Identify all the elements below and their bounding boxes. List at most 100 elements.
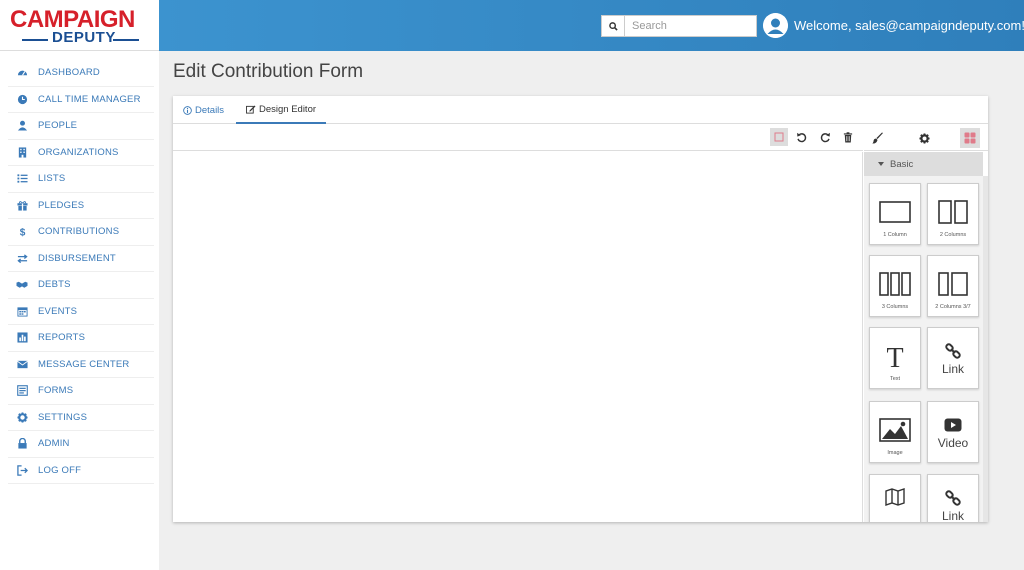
- sidebar-item-label: REPORTS: [38, 332, 86, 344]
- text-icon: T: [881, 342, 909, 370]
- sidebar-item-label: PEOPLE: [38, 120, 78, 132]
- delete-button[interactable]: [839, 128, 857, 146]
- redo-icon: [820, 132, 830, 142]
- dashboard-icon: [16, 67, 28, 79]
- sidebar-item-label: FORMS: [38, 385, 74, 397]
- sidebar-item-disbursement[interactable]: DISBURSEMENT: [8, 246, 154, 272]
- sidebar-item-label: MESSAGE CENTER: [38, 358, 130, 370]
- block-label: Link: [941, 362, 964, 376]
- clock-icon: [16, 93, 28, 105]
- sidebar-item-label: ADMIN: [38, 438, 70, 450]
- svg-text:T: T: [886, 343, 903, 370]
- sidebar-item-organizations[interactable]: ORGANIZATIONS: [8, 140, 154, 166]
- sidebar-item-label: DISBURSEMENT: [38, 252, 116, 264]
- design-canvas[interactable]: [173, 152, 863, 522]
- block-video[interactable]: Video: [927, 401, 979, 463]
- block-label: 2 Columns: [939, 232, 967, 238]
- tab-details[interactable]: Details: [183, 96, 224, 124]
- sidebar-item-pledges[interactable]: PLEDGES: [8, 193, 154, 219]
- logout-icon: [16, 464, 28, 476]
- welcome-user-menu[interactable]: Welcome, sales@campaigndeputy.com!▾: [794, 18, 1024, 34]
- block-label: 2 Columns 3/7: [935, 304, 971, 310]
- tab-design-editor[interactable]: Design Editor: [236, 96, 326, 124]
- sidebar-item-admin[interactable]: ADMIN: [8, 431, 154, 458]
- panel-scrollbar[interactable]: [983, 176, 988, 522]
- block-label: Text: [889, 376, 901, 382]
- video-icon: [944, 416, 962, 434]
- block-label: Video: [937, 436, 969, 450]
- envelope-icon: [16, 358, 28, 370]
- category-label: Basic: [890, 158, 914, 170]
- sidebar-item-events[interactable]: EVENTS: [8, 299, 154, 325]
- two-columns-37-icon: [937, 270, 969, 298]
- dollar-icon: $: [16, 226, 28, 238]
- block-image[interactable]: Image: [869, 401, 921, 463]
- block-1-column[interactable]: 1 Column: [869, 183, 921, 245]
- sidebar-item-reports[interactable]: REPORTS: [8, 325, 154, 352]
- gear-icon: [16, 411, 28, 423]
- sidebar-item-settings[interactable]: SETTINGS: [8, 405, 154, 431]
- brush-icon: [872, 132, 883, 144]
- sidebar-item-label: LISTS: [38, 173, 66, 185]
- undo-button[interactable]: [792, 128, 810, 146]
- lock-icon: [16, 438, 28, 450]
- sidebar-item-people[interactable]: PEOPLE: [8, 113, 154, 140]
- caret-down-icon: [878, 162, 884, 166]
- user-avatar-icon[interactable]: [763, 13, 788, 38]
- category-basic[interactable]: Basic: [864, 152, 983, 176]
- tab-bar: Details Design Editor: [173, 96, 988, 124]
- sidebar-item-lists[interactable]: LISTS: [8, 166, 154, 193]
- sidebar-item-log-off[interactable]: LOG OFF: [8, 458, 154, 484]
- block-2-columns-37[interactable]: 2 Columns 3/7: [927, 255, 979, 317]
- block-link-2[interactable]: Link: [927, 474, 979, 522]
- blocks-panel: Basic 1 Column 2 Columns 3 Columns 2 Col…: [864, 124, 988, 522]
- sidebar-item-label: CONTRIBUTIONS: [38, 226, 120, 238]
- sidebar-item-label: DEBTS: [38, 279, 71, 291]
- sidebar-item-label: LOG OFF: [38, 464, 82, 476]
- list-icon: [16, 173, 28, 185]
- blocks-button[interactable]: [960, 128, 980, 148]
- block-2-columns[interactable]: 2 Columns: [927, 183, 979, 245]
- exchange-icon: [16, 252, 28, 264]
- sidebar: DASHBOARD CALL TIME MANAGER PEOPLE ORGAN…: [0, 51, 159, 570]
- sidebar-item-call-time-manager[interactable]: CALL TIME MANAGER: [8, 87, 154, 113]
- user-icon: [16, 120, 28, 132]
- sidebar-item-forms[interactable]: FORMS: [8, 378, 154, 405]
- view-components-button[interactable]: [770, 128, 788, 146]
- block-link[interactable]: Link: [927, 327, 979, 389]
- search-input[interactable]: [625, 15, 757, 37]
- redo-button[interactable]: [816, 128, 834, 146]
- block-label: Image: [887, 450, 903, 456]
- gift-icon: [16, 199, 28, 211]
- handshake-icon: [16, 279, 28, 291]
- logo-rule-right: [113, 39, 139, 41]
- logo[interactable]: CAMPAIGN DEPUTY: [0, 0, 159, 51]
- three-columns-icon: [879, 270, 911, 298]
- search-icon: [608, 21, 618, 31]
- sidebar-item-dashboard[interactable]: DASHBOARD: [8, 60, 154, 87]
- block-label: 3 Columns: [881, 304, 909, 310]
- block-text[interactable]: T Text: [869, 327, 921, 389]
- image-icon: [879, 416, 911, 444]
- logo-rule-left: [22, 39, 48, 41]
- one-column-icon: [879, 198, 911, 226]
- trash-icon: [843, 131, 853, 143]
- settings-button[interactable]: [914, 128, 934, 148]
- sidebar-item-label: ORGANIZATIONS: [38, 146, 119, 158]
- style-manager-button[interactable]: [868, 128, 888, 148]
- block-map[interactable]: [869, 474, 921, 522]
- sidebar-item-debts[interactable]: DEBTS: [8, 272, 154, 299]
- page-title: Edit Contribution Form: [173, 61, 364, 82]
- svg-text:$: $: [19, 228, 25, 237]
- sidebar-item-contributions[interactable]: $ CONTRIBUTIONS: [8, 219, 154, 246]
- block-3-columns[interactable]: 3 Columns: [869, 255, 921, 317]
- link-icon: [945, 489, 961, 507]
- sidebar-item-label: CALL TIME MANAGER: [38, 93, 141, 105]
- form-icon: [16, 385, 28, 397]
- search-button[interactable]: [601, 15, 625, 37]
- panel-toolbar: [864, 124, 988, 151]
- tab-design-editor-label: Design Editor: [258, 103, 317, 115]
- map-icon: [885, 487, 905, 507]
- sidebar-item-label: PLEDGES: [38, 199, 85, 211]
- sidebar-item-message-center[interactable]: MESSAGE CENTER: [8, 352, 154, 378]
